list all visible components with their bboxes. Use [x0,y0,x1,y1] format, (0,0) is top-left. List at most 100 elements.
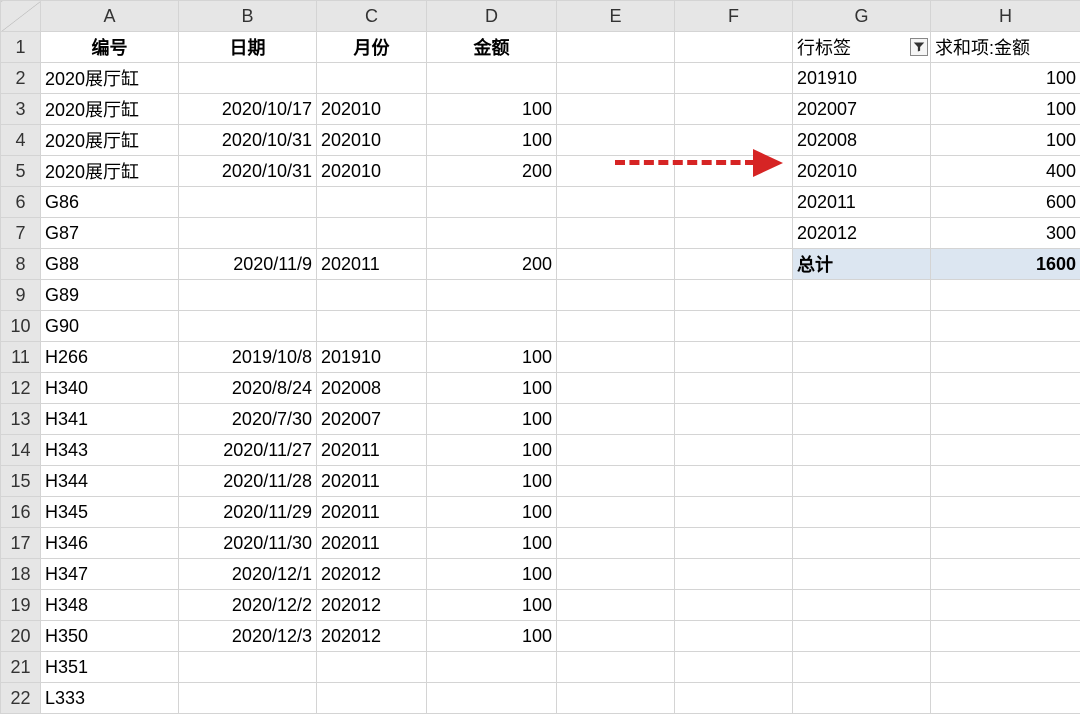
cell-empty[interactable] [675,125,793,156]
pivot-row-label[interactable]: 202010 [793,156,931,187]
row-header[interactable]: 13 [1,404,41,435]
cell-empty[interactable] [675,156,793,187]
cell-empty[interactable] [557,187,675,218]
cell-empty[interactable] [557,497,675,528]
cell-empty[interactable] [931,528,1080,559]
col-header-D[interactable]: D [427,1,557,32]
row-header[interactable]: 8 [1,249,41,280]
cell-id[interactable]: 2020展厅缸 [41,156,179,187]
cell-month[interactable]: 202011 [317,435,427,466]
cell-id[interactable]: 2020展厅缸 [41,63,179,94]
cell-empty[interactable] [675,311,793,342]
col-header-F[interactable]: F [675,1,793,32]
cell-date[interactable]: 2020/7/30 [179,404,317,435]
cell-empty[interactable] [793,683,931,714]
cell-month[interactable]: 202010 [317,156,427,187]
cell-empty[interactable] [557,590,675,621]
cell-date[interactable] [179,280,317,311]
cell-month[interactable]: 202012 [317,559,427,590]
cell-month[interactable]: 201910 [317,342,427,373]
row-header[interactable]: 1 [1,32,41,63]
row-header[interactable]: 6 [1,187,41,218]
cell-amount[interactable] [427,218,557,249]
cell-empty[interactable] [557,311,675,342]
cell-date[interactable]: 2020/11/9 [179,249,317,280]
row-header[interactable]: 2 [1,63,41,94]
cell-empty[interactable] [557,559,675,590]
cell-empty[interactable] [675,528,793,559]
cell-month[interactable] [317,652,427,683]
cell-date[interactable]: 2020/12/2 [179,590,317,621]
cell-amount[interactable]: 100 [427,559,557,590]
pivot-row-value[interactable]: 100 [931,125,1080,156]
pivot-filter-button[interactable] [910,38,928,56]
cell-empty[interactable] [793,559,931,590]
cell-month[interactable]: 202010 [317,94,427,125]
cell-amount[interactable]: 100 [427,528,557,559]
cell-month[interactable]: 202011 [317,466,427,497]
cell-empty[interactable] [793,404,931,435]
cell-date[interactable]: 2020/10/17 [179,94,317,125]
cell-month[interactable]: 202011 [317,528,427,559]
cell-month[interactable] [317,63,427,94]
cell-empty[interactable] [675,187,793,218]
cell-amount[interactable]: 100 [427,404,557,435]
row-header[interactable]: 11 [1,342,41,373]
cell-empty[interactable] [557,528,675,559]
cell-id[interactable]: 2020展厅缸 [41,94,179,125]
cell-empty[interactable] [557,342,675,373]
row-header[interactable]: 4 [1,125,41,156]
cell-date[interactable]: 2020/11/29 [179,497,317,528]
cell-month[interactable]: 202012 [317,590,427,621]
cell-month[interactable]: 202011 [317,249,427,280]
cell-id[interactable]: H345 [41,497,179,528]
row-header[interactable]: 18 [1,559,41,590]
pivot-row-label[interactable]: 202011 [793,187,931,218]
cell-empty[interactable] [931,497,1080,528]
cell-id[interactable]: L333 [41,683,179,714]
cell-empty[interactable] [931,280,1080,311]
cell-empty[interactable] [793,621,931,652]
col-header-G[interactable]: G [793,1,931,32]
cell-date[interactable] [179,683,317,714]
cell-empty[interactable] [793,466,931,497]
cell-empty[interactable] [675,342,793,373]
cell-empty[interactable] [557,156,675,187]
cell-empty[interactable] [675,559,793,590]
cell-empty[interactable] [931,621,1080,652]
cell-month[interactable] [317,280,427,311]
cell-month[interactable] [317,187,427,218]
cell-amount[interactable] [427,63,557,94]
row-header[interactable]: 20 [1,621,41,652]
cell-empty[interactable] [557,435,675,466]
cell-empty[interactable] [793,497,931,528]
cell-amount[interactable] [427,311,557,342]
cell-date[interactable]: 2020/10/31 [179,156,317,187]
pivot-header-sum[interactable]: 求和项:金额 [931,32,1080,63]
cell-id[interactable]: H347 [41,559,179,590]
row-header[interactable]: 21 [1,652,41,683]
row-header[interactable]: 7 [1,218,41,249]
col-header-C[interactable]: C [317,1,427,32]
cell-empty[interactable] [675,435,793,466]
cell-id[interactable]: H266 [41,342,179,373]
cell-id[interactable]: H346 [41,528,179,559]
cell-id[interactable]: H343 [41,435,179,466]
cell-month[interactable] [317,683,427,714]
cell-date[interactable]: 2020/12/1 [179,559,317,590]
pivot-row-label[interactable]: 202008 [793,125,931,156]
cell-empty[interactable] [931,435,1080,466]
pivot-row-value[interactable]: 600 [931,187,1080,218]
cell-amount[interactable]: 100 [427,621,557,652]
row-header[interactable]: 10 [1,311,41,342]
cell-amount[interactable]: 100 [427,435,557,466]
cell-date[interactable] [179,218,317,249]
row-header[interactable]: 16 [1,497,41,528]
cell-empty[interactable] [675,404,793,435]
col-header-A[interactable]: A [41,1,179,32]
header-month[interactable]: 月份 [317,32,427,63]
cell-empty[interactable] [931,404,1080,435]
cell-empty[interactable] [675,218,793,249]
cell-empty[interactable] [557,94,675,125]
cell-empty[interactable] [557,63,675,94]
